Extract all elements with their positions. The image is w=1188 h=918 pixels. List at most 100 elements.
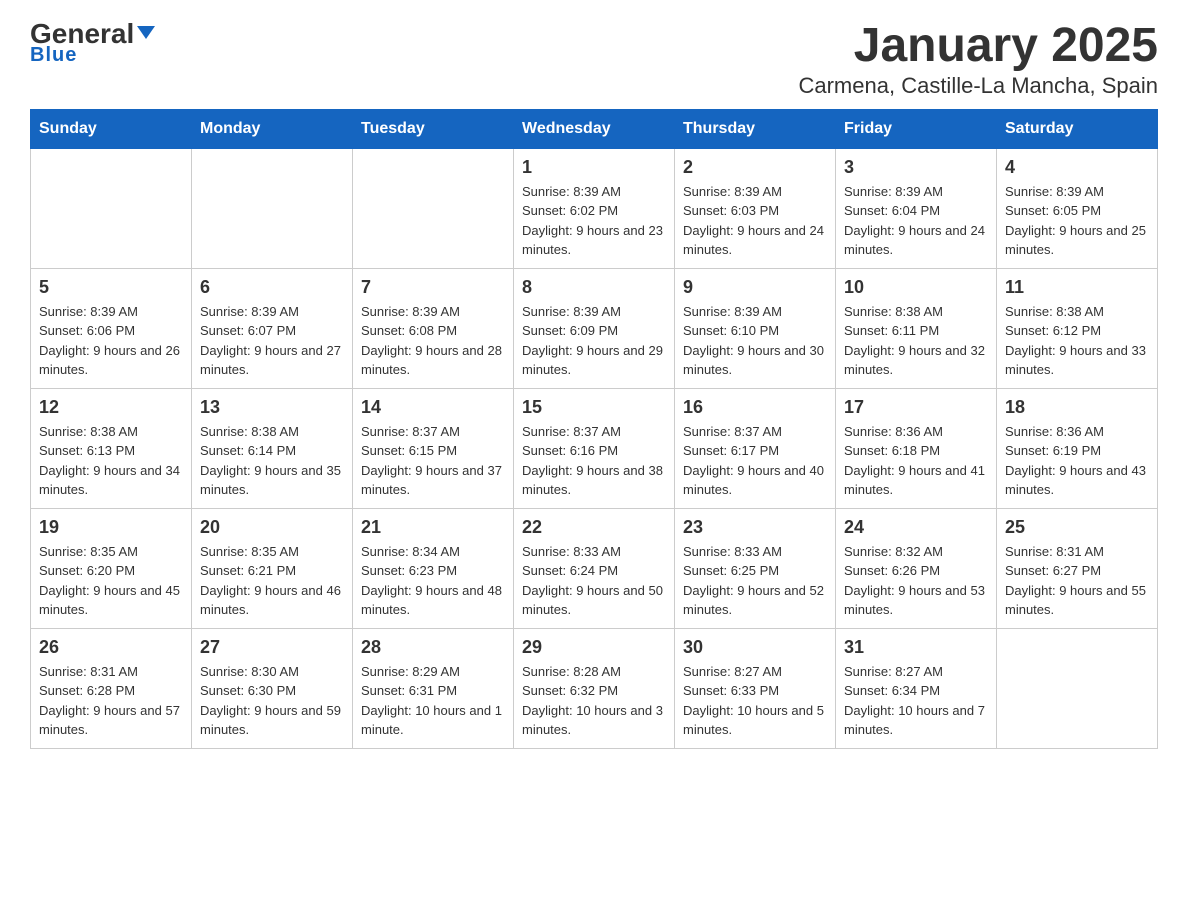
calendar-week-row: 12Sunrise: 8:38 AM Sunset: 6:13 PM Dayli… bbox=[31, 388, 1158, 508]
day-info: Sunrise: 8:39 AM Sunset: 6:09 PM Dayligh… bbox=[522, 302, 666, 380]
table-row: 18Sunrise: 8:36 AM Sunset: 6:19 PM Dayli… bbox=[997, 388, 1158, 508]
table-row: 9 Sunrise: 8:39 AM Sunset: 6:10 PM Daylig… bbox=[675, 268, 836, 388]
page-title: January 2025 bbox=[798, 20, 1158, 73]
day-number: 29 bbox=[522, 637, 666, 658]
table-row bbox=[31, 148, 192, 268]
day-number: 17 bbox=[844, 397, 988, 418]
day-info: Sunrise: 8:39 AM Sunset: 6:06 PM Dayligh… bbox=[39, 302, 183, 380]
logo: General Blue bbox=[30, 20, 155, 67]
day-info: Sunrise: 8:31 AM Sunset: 6:27 PM Dayligh… bbox=[1005, 542, 1149, 620]
day-info: Sunrise: 8:37 AM Sunset: 6:17 PM Dayligh… bbox=[683, 422, 827, 500]
col-monday: Monday bbox=[192, 109, 353, 148]
day-info: Sunrise: 8:38 AM Sunset: 6:11 PM Dayligh… bbox=[844, 302, 988, 380]
calendar-week-row: 19 Sunrise: 8:35 AM Sunset: 6:20 PM Dayli… bbox=[31, 508, 1158, 628]
table-row: 7 Sunrise: 8:39 AM Sunset: 6:08 PM Daylig… bbox=[353, 268, 514, 388]
table-row: 24 Sunrise: 8:32 AM Sunset: 6:26 PM Dayli… bbox=[836, 508, 997, 628]
day-info: Sunrise: 8:38 AM Sunset: 6:14 PM Dayligh… bbox=[200, 422, 344, 500]
day-number: 11 bbox=[1005, 277, 1149, 298]
day-number: 24 bbox=[844, 517, 988, 538]
calendar-header-row: Sunday Monday Tuesday Wednesday Thursday… bbox=[31, 109, 1158, 148]
col-saturday: Saturday bbox=[997, 109, 1158, 148]
table-row: 21 Sunrise: 8:34 AM Sunset: 6:23 PM Dayli… bbox=[353, 508, 514, 628]
day-info: Sunrise: 8:33 AM Sunset: 6:25 PM Dayligh… bbox=[683, 542, 827, 620]
day-number: 9 bbox=[683, 277, 827, 298]
day-info: Sunrise: 8:39 AM Sunset: 6:02 PM Dayligh… bbox=[522, 182, 666, 260]
day-info: Sunrise: 8:39 AM Sunset: 6:04 PM Dayligh… bbox=[844, 182, 988, 260]
day-number: 3 bbox=[844, 157, 988, 178]
day-info: Sunrise: 8:39 AM Sunset: 6:10 PM Dayligh… bbox=[683, 302, 827, 380]
day-info: Sunrise: 8:33 AM Sunset: 6:24 PM Dayligh… bbox=[522, 542, 666, 620]
table-row: 19 Sunrise: 8:35 AM Sunset: 6:20 PM Dayli… bbox=[31, 508, 192, 628]
table-row: 6 Sunrise: 8:39 AM Sunset: 6:07 PM Daylig… bbox=[192, 268, 353, 388]
table-row: 31 Sunrise: 8:27 AM Sunset: 6:34 PM Dayli… bbox=[836, 628, 997, 748]
table-row: 27Sunrise: 8:30 AM Sunset: 6:30 PM Dayli… bbox=[192, 628, 353, 748]
table-row: 3 Sunrise: 8:39 AM Sunset: 6:04 PM Daylig… bbox=[836, 148, 997, 268]
table-row: 10 Sunrise: 8:38 AM Sunset: 6:11 PM Dayli… bbox=[836, 268, 997, 388]
page-header: General Blue January 2025 Carmena, Casti… bbox=[30, 20, 1158, 99]
calendar-week-row: 26Sunrise: 8:31 AM Sunset: 6:28 PM Dayli… bbox=[31, 628, 1158, 748]
title-block: January 2025 Carmena, Castille-La Mancha… bbox=[798, 20, 1158, 99]
day-number: 7 bbox=[361, 277, 505, 298]
day-number: 30 bbox=[683, 637, 827, 658]
day-info: Sunrise: 8:39 AM Sunset: 6:07 PM Dayligh… bbox=[200, 302, 344, 380]
calendar-week-row: 5 Sunrise: 8:39 AM Sunset: 6:06 PM Daylig… bbox=[31, 268, 1158, 388]
day-info: Sunrise: 8:36 AM Sunset: 6:19 PM Dayligh… bbox=[1005, 422, 1149, 500]
table-row bbox=[192, 148, 353, 268]
day-number: 5 bbox=[39, 277, 183, 298]
table-row: 8 Sunrise: 8:39 AM Sunset: 6:09 PM Daylig… bbox=[514, 268, 675, 388]
day-info: Sunrise: 8:35 AM Sunset: 6:21 PM Dayligh… bbox=[200, 542, 344, 620]
day-info: Sunrise: 8:34 AM Sunset: 6:23 PM Dayligh… bbox=[361, 542, 505, 620]
table-row: 16Sunrise: 8:37 AM Sunset: 6:17 PM Dayli… bbox=[675, 388, 836, 508]
day-number: 15 bbox=[522, 397, 666, 418]
table-row: 15 Sunrise: 8:37 AM Sunset: 6:16 PM Dayli… bbox=[514, 388, 675, 508]
table-row: 5 Sunrise: 8:39 AM Sunset: 6:06 PM Daylig… bbox=[31, 268, 192, 388]
table-row: 26Sunrise: 8:31 AM Sunset: 6:28 PM Dayli… bbox=[31, 628, 192, 748]
day-number: 22 bbox=[522, 517, 666, 538]
day-info: Sunrise: 8:38 AM Sunset: 6:13 PM Dayligh… bbox=[39, 422, 183, 500]
day-info: Sunrise: 8:28 AM Sunset: 6:32 PM Dayligh… bbox=[522, 662, 666, 740]
table-row: 11 Sunrise: 8:38 AM Sunset: 6:12 PM Dayli… bbox=[997, 268, 1158, 388]
table-row: 28 Sunrise: 8:29 AM Sunset: 6:31 PM Dayli… bbox=[353, 628, 514, 748]
table-row: 29 Sunrise: 8:28 AM Sunset: 6:32 PM Dayli… bbox=[514, 628, 675, 748]
day-info: Sunrise: 8:39 AM Sunset: 6:08 PM Dayligh… bbox=[361, 302, 505, 380]
table-row: 22 Sunrise: 8:33 AM Sunset: 6:24 PM Dayli… bbox=[514, 508, 675, 628]
day-info: Sunrise: 8:39 AM Sunset: 6:03 PM Dayligh… bbox=[683, 182, 827, 260]
table-row: 23Sunrise: 8:33 AM Sunset: 6:25 PM Dayli… bbox=[675, 508, 836, 628]
table-row: 2 Sunrise: 8:39 AM Sunset: 6:03 PM Daylig… bbox=[675, 148, 836, 268]
day-number: 13 bbox=[200, 397, 344, 418]
day-number: 19 bbox=[39, 517, 183, 538]
table-row bbox=[353, 148, 514, 268]
table-row: 20Sunrise: 8:35 AM Sunset: 6:21 PM Dayli… bbox=[192, 508, 353, 628]
day-number: 8 bbox=[522, 277, 666, 298]
day-number: 26 bbox=[39, 637, 183, 658]
day-number: 10 bbox=[844, 277, 988, 298]
day-info: Sunrise: 8:27 AM Sunset: 6:34 PM Dayligh… bbox=[844, 662, 988, 740]
page-subtitle: Carmena, Castille-La Mancha, Spain bbox=[798, 73, 1158, 99]
table-row: 25 Sunrise: 8:31 AM Sunset: 6:27 PM Dayli… bbox=[997, 508, 1158, 628]
day-number: 2 bbox=[683, 157, 827, 178]
day-info: Sunrise: 8:39 AM Sunset: 6:05 PM Dayligh… bbox=[1005, 182, 1149, 260]
table-row: 12Sunrise: 8:38 AM Sunset: 6:13 PM Dayli… bbox=[31, 388, 192, 508]
day-number: 1 bbox=[522, 157, 666, 178]
day-number: 25 bbox=[1005, 517, 1149, 538]
day-number: 28 bbox=[361, 637, 505, 658]
day-info: Sunrise: 8:37 AM Sunset: 6:16 PM Dayligh… bbox=[522, 422, 666, 500]
table-row bbox=[997, 628, 1158, 748]
day-info: Sunrise: 8:32 AM Sunset: 6:26 PM Dayligh… bbox=[844, 542, 988, 620]
day-number: 4 bbox=[1005, 157, 1149, 178]
day-info: Sunrise: 8:38 AM Sunset: 6:12 PM Dayligh… bbox=[1005, 302, 1149, 380]
day-info: Sunrise: 8:29 AM Sunset: 6:31 PM Dayligh… bbox=[361, 662, 505, 740]
table-row: 1 Sunrise: 8:39 AM Sunset: 6:02 PM Daylig… bbox=[514, 148, 675, 268]
day-number: 31 bbox=[844, 637, 988, 658]
day-number: 14 bbox=[361, 397, 505, 418]
col-wednesday: Wednesday bbox=[514, 109, 675, 148]
calendar-table: Sunday Monday Tuesday Wednesday Thursday… bbox=[30, 109, 1158, 749]
day-number: 6 bbox=[200, 277, 344, 298]
col-tuesday: Tuesday bbox=[353, 109, 514, 148]
day-info: Sunrise: 8:30 AM Sunset: 6:30 PM Dayligh… bbox=[200, 662, 344, 740]
col-thursday: Thursday bbox=[675, 109, 836, 148]
day-info: Sunrise: 8:35 AM Sunset: 6:20 PM Dayligh… bbox=[39, 542, 183, 620]
table-row: 30 Sunrise: 8:27 AM Sunset: 6:33 PM Dayli… bbox=[675, 628, 836, 748]
day-info: Sunrise: 8:27 AM Sunset: 6:33 PM Dayligh… bbox=[683, 662, 827, 740]
day-number: 21 bbox=[361, 517, 505, 538]
